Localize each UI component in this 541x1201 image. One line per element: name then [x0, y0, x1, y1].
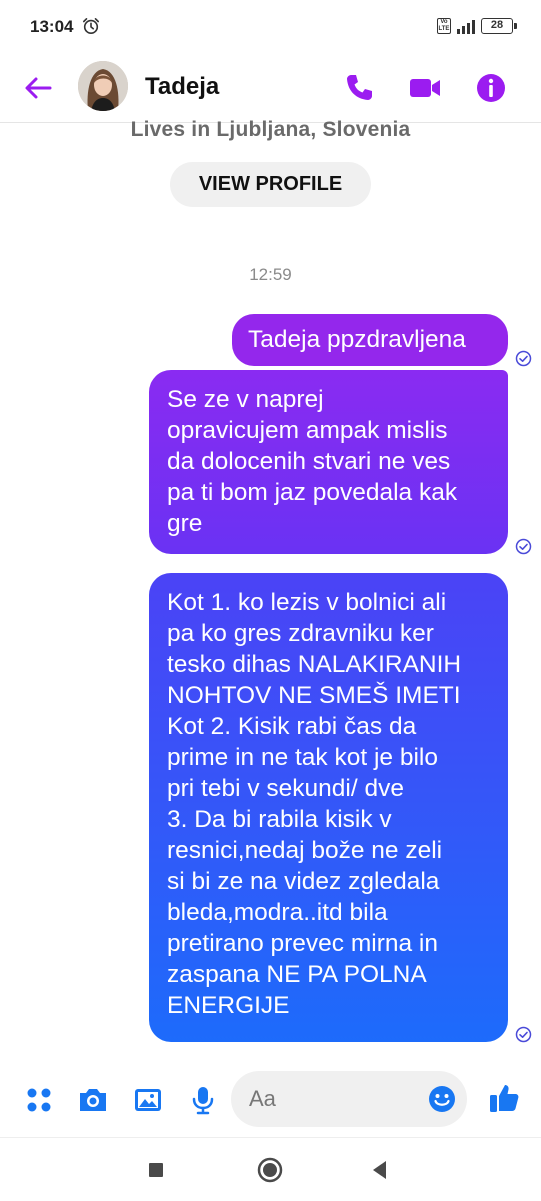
- contact-name[interactable]: Tadeja: [145, 73, 219, 101]
- message-bubble[interactable]: Kot 1. ko lezis v bolnici ali pa ko gres…: [149, 573, 508, 1042]
- battery-icon: 28: [481, 18, 517, 34]
- sent-check-icon: [515, 1026, 532, 1043]
- info-icon[interactable]: [473, 70, 509, 106]
- alarm-icon: [82, 17, 100, 35]
- video-call-icon[interactable]: [407, 70, 443, 106]
- camera-icon[interactable]: [76, 1083, 110, 1117]
- microphone-icon[interactable]: [186, 1083, 220, 1117]
- avatar-photo: [78, 61, 128, 111]
- thumbs-up-icon[interactable]: [487, 1081, 521, 1115]
- profile-location: Lives in Ljubljana, Slovenia: [130, 118, 411, 141]
- recent-apps-icon[interactable]: [142, 1156, 170, 1184]
- view-profile-button[interactable]: VIEW PROFILE: [170, 162, 371, 207]
- emoji-icon[interactable]: [427, 1084, 457, 1114]
- phone-icon[interactable]: [341, 70, 377, 106]
- gallery-icon[interactable]: [131, 1083, 165, 1117]
- message-bubble[interactable]: Se ze v naprej opravicujem ampak mislis …: [149, 370, 508, 554]
- message-timestamp: 12:59: [249, 265, 292, 284]
- sent-check-icon: [515, 538, 532, 555]
- status-time: 13:04: [30, 17, 74, 36]
- volte-icon: Vo LTE: [437, 18, 451, 34]
- back-arrow-icon[interactable]: [20, 70, 56, 106]
- chat-header: Tadeja: [0, 56, 541, 123]
- apps-menu-icon[interactable]: [22, 1083, 56, 1117]
- avatar[interactable]: [78, 61, 128, 111]
- signal-icon: [457, 18, 475, 34]
- sent-check-icon: [515, 350, 532, 367]
- system-nav-bar: [0, 1137, 541, 1201]
- message-composer: [0, 1065, 541, 1137]
- home-icon[interactable]: [256, 1156, 284, 1184]
- back-nav-icon[interactable]: [366, 1156, 394, 1184]
- message-bubble[interactable]: Tadeja ppzdravljena: [232, 314, 508, 366]
- status-bar: 13:04 Vo LTE 28: [0, 0, 541, 56]
